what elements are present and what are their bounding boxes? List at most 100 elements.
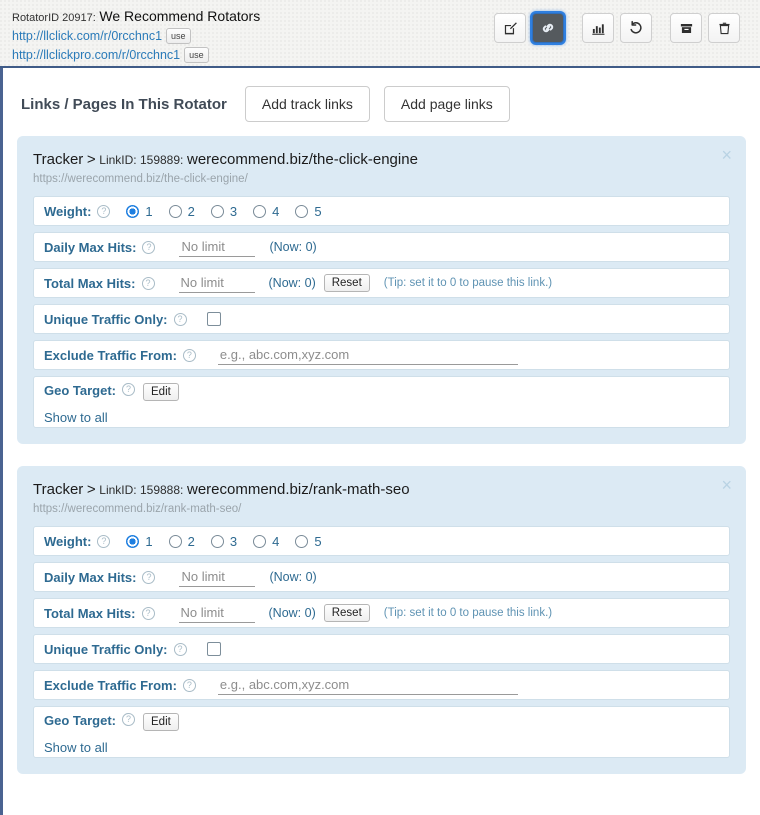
reset-button[interactable]: Reset xyxy=(323,604,370,622)
total-max-hits-now: (Now: 0) xyxy=(268,276,316,290)
weight-option-1[interactable]: 1 xyxy=(126,204,153,219)
weight-option-1[interactable]: 1 xyxy=(126,534,153,549)
total-max-hits-input[interactable] xyxy=(178,603,255,623)
link-card-title: Tracker > LinkID: 159888: werecommend.bi… xyxy=(33,480,730,500)
section-title: Links / Pages In This Rotator xyxy=(21,95,227,113)
weight-radio-label-4: 4 xyxy=(272,533,280,549)
exclude-traffic-input[interactable] xyxy=(217,675,518,695)
total-max-hits-now: (Now: 0) xyxy=(268,606,316,620)
total-max-hits-row: Total Max Hits: ? (Now: 0) Reset (Tip: s… xyxy=(33,598,730,628)
weight-option-2[interactable]: 2 xyxy=(168,203,195,219)
main-panel: Links / Pages In This Rotator Add track … xyxy=(0,68,760,815)
daily-max-hits-row: Daily Max Hits: ? (Now: 0) xyxy=(33,562,730,592)
geo-target-value[interactable]: Show to all xyxy=(44,410,719,425)
weight-radio-label-2: 2 xyxy=(187,533,195,549)
unique-traffic-checkbox[interactable] xyxy=(206,642,221,656)
weight-option-4[interactable]: 4 xyxy=(253,204,279,219)
help-icon[interactable]: ? xyxy=(97,534,111,548)
link-card: × Tracker > LinkID: 159889: werecommend.… xyxy=(17,136,746,444)
reset-button[interactable]: Reset xyxy=(323,274,370,292)
help-icon[interactable]: ? xyxy=(97,204,111,218)
delete-button[interactable] xyxy=(708,13,740,43)
weight-option-3[interactable]: 3 xyxy=(210,203,238,219)
weight-radio-1[interactable] xyxy=(126,204,140,218)
weight-radio-label-3: 3 xyxy=(229,533,238,549)
section-header: Links / Pages In This Rotator Add track … xyxy=(3,68,760,136)
geo-target-edit-button[interactable]: Edit xyxy=(143,383,179,401)
weight-row: Weight: ? 1 2 3 4 5 xyxy=(33,526,730,556)
title-separator: > xyxy=(86,151,96,168)
help-icon[interactable]: ? xyxy=(182,348,196,362)
use-url-button-1[interactable]: use xyxy=(166,28,191,44)
archive-button[interactable] xyxy=(670,13,702,43)
help-icon[interactable]: ? xyxy=(173,642,187,656)
daily-max-hits-now: (Now: 0) xyxy=(269,570,317,584)
weight-radio-4[interactable] xyxy=(253,534,267,548)
add-track-links-button[interactable]: Add track links xyxy=(244,86,370,122)
weight-radio-5[interactable] xyxy=(295,204,309,218)
rotator-name: We Recommend Rotators xyxy=(99,8,261,24)
weight-option-4[interactable]: 4 xyxy=(253,534,279,549)
rotator-url-link-1[interactable]: http://llclick.com/r/0rcchnc1 xyxy=(12,29,162,43)
rotator-toolbar xyxy=(494,13,746,43)
geo-target-value[interactable]: Show to all xyxy=(44,740,719,755)
help-icon[interactable]: ? xyxy=(141,606,155,620)
weight-radio-2[interactable] xyxy=(168,534,182,548)
help-icon[interactable]: ? xyxy=(173,312,187,326)
daily-max-hits-label: Daily Max Hits: xyxy=(44,239,137,255)
help-icon[interactable]: ? xyxy=(142,240,156,254)
help-icon[interactable]: ? xyxy=(142,570,156,584)
weight-radio-3[interactable] xyxy=(210,534,224,548)
link-card-title: Tracker > LinkID: 159889: werecommend.bi… xyxy=(33,150,730,170)
total-max-hits-tip: (Tip: set it to 0 to pause this link.) xyxy=(383,277,553,289)
use-url-button-2[interactable]: use xyxy=(184,47,209,63)
remove-link-button[interactable]: × xyxy=(721,146,732,164)
exclude-traffic-label: Exclude Traffic From: xyxy=(44,677,177,693)
daily-max-hits-input[interactable] xyxy=(179,567,256,587)
weight-radio-5[interactable] xyxy=(295,534,309,548)
weight-radio-group: 1 2 3 4 5 xyxy=(126,204,337,219)
help-icon[interactable]: ? xyxy=(122,713,135,726)
weight-option-5[interactable]: 5 xyxy=(295,533,322,549)
geo-target-label: Geo Target: xyxy=(44,713,116,728)
add-page-links-button[interactable]: Add page links xyxy=(383,86,510,122)
link-type-label: Tracker xyxy=(33,481,84,498)
weight-radio-label-4: 4 xyxy=(272,203,280,219)
weight-radio-label-3: 3 xyxy=(229,203,238,219)
daily-max-hits-input[interactable] xyxy=(179,237,256,257)
weight-option-2[interactable]: 2 xyxy=(168,533,195,549)
remove-link-button[interactable]: × xyxy=(721,476,732,494)
weight-radio-2[interactable] xyxy=(168,204,182,218)
total-max-hits-label: Total Max Hits: xyxy=(44,275,136,291)
exclude-traffic-row: Exclude Traffic From: ? xyxy=(33,670,730,700)
edit-rotator-button[interactable] xyxy=(494,13,526,43)
weight-radio-4[interactable] xyxy=(253,204,267,218)
weight-label: Weight: xyxy=(44,203,92,219)
exclude-traffic-label: Exclude Traffic From: xyxy=(44,347,177,363)
exclude-traffic-input[interactable] xyxy=(217,345,518,365)
undo-arrow-icon xyxy=(628,20,644,36)
weight-radio-3[interactable] xyxy=(210,204,224,218)
help-icon[interactable]: ? xyxy=(122,383,135,396)
unique-traffic-checkbox[interactable] xyxy=(206,312,221,326)
total-max-hits-input[interactable] xyxy=(178,273,255,293)
weight-option-5[interactable]: 5 xyxy=(295,203,322,219)
link-target-label: werecommend.biz/the-click-engine xyxy=(186,151,418,168)
weight-radio-1[interactable] xyxy=(126,534,140,548)
daily-max-hits-row: Daily Max Hits: ? (Now: 0) xyxy=(33,232,730,262)
stats-button[interactable] xyxy=(582,13,614,43)
rotator-url-row-2: http://llclickpro.com/r/0rcchnc1 use xyxy=(12,46,750,64)
links-button[interactable] xyxy=(532,13,564,43)
weight-radio-label-5: 5 xyxy=(314,533,322,549)
daily-max-hits-label: Daily Max Hits: xyxy=(44,569,137,585)
undo-button[interactable] xyxy=(620,13,652,43)
weight-radio-label-2: 2 xyxy=(187,203,195,219)
trash-icon xyxy=(717,21,732,36)
weight-option-3[interactable]: 3 xyxy=(210,533,238,549)
rotator-url-link-2[interactable]: http://llclickpro.com/r/0rcchnc1 xyxy=(12,48,180,62)
geo-target-edit-button[interactable]: Edit xyxy=(143,713,179,731)
weight-radio-label-5: 5 xyxy=(314,203,322,219)
help-icon[interactable]: ? xyxy=(141,276,155,290)
help-icon[interactable]: ? xyxy=(182,678,196,692)
link-type-label: Tracker xyxy=(33,151,84,168)
